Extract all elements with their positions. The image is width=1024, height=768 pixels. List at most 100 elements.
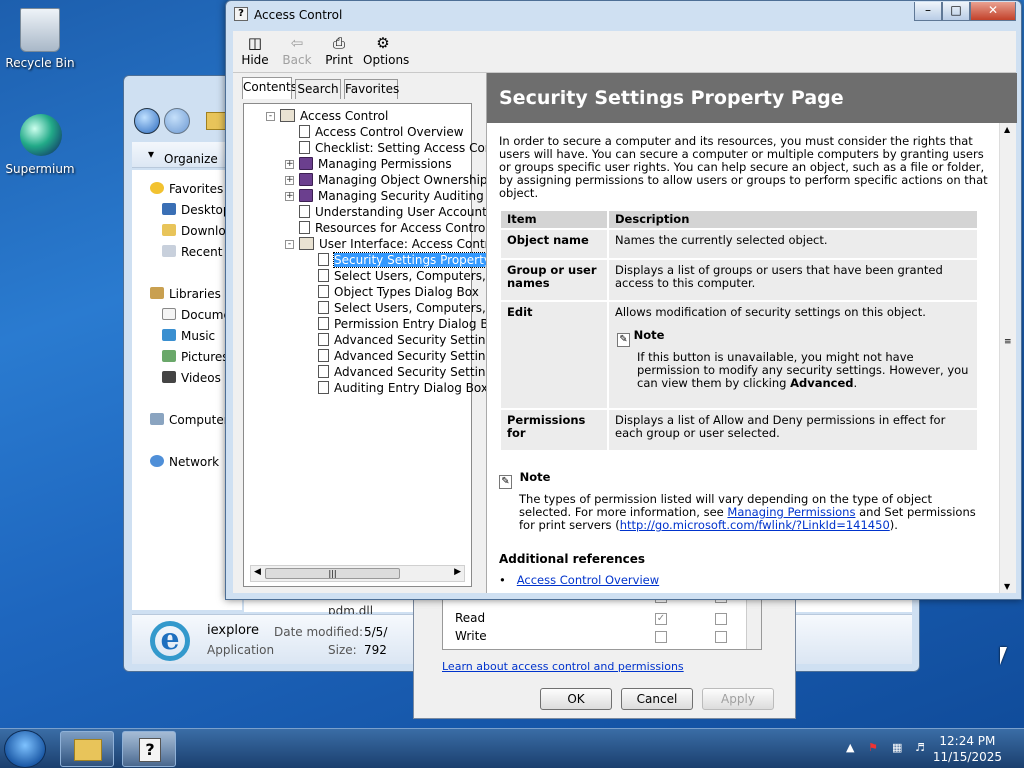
tray-network-icon[interactable]: ▦ [892,741,902,754]
details-size-label: Size: [328,643,357,657]
nav-computer[interactable]: Computer [150,413,229,427]
tray-volume-icon[interactable]: ♬ [915,741,925,754]
bottom-note-title: Note [519,470,551,484]
scroll-down-icon: ▼ [1004,582,1011,591]
ie-icon: e [150,621,190,661]
topic-heading: Security Settings Property Page [487,73,1017,123]
nav-libraries[interactable]: Libraries [150,287,221,301]
options-button[interactable]: ⚙ Options [363,33,409,67]
row-desc: Displays a list of groups or users that … [609,260,977,300]
cancel-button[interactable]: Cancel [621,688,693,710]
page-icon [318,365,329,378]
page-icon [299,221,310,234]
apply-button[interactable]: Apply [702,688,774,710]
tree-item[interactable]: Managing Object Ownership [299,172,488,188]
edit-note: ✎ Note If this button is unavailable, yo… [617,329,971,390]
tree-item[interactable]: Managing Permissions [299,156,452,172]
page-icon [318,285,329,298]
minimize-button[interactable]: – [914,2,942,21]
print-button[interactable]: ⎙ Print [319,33,359,67]
nav-music[interactable]: Music [162,329,215,343]
forward-button[interactable] [164,108,190,134]
fwlink-link[interactable]: http://go.microsoft.com/fwlink/?LinkId=1… [620,518,890,532]
tray-flag-icon[interactable]: ⚑ [868,741,878,754]
deny-read-checkbox[interactable] [715,613,727,625]
taskbar-explorer-button[interactable] [60,731,114,767]
edit-desc: Allows modification of security settings… [615,305,926,319]
deny-write-checkbox[interactable] [715,631,727,643]
details-name: iexplore [207,623,259,638]
permissions-scrollbar[interactable] [746,595,761,649]
tree-item[interactable]: Access Control Overview [299,124,464,140]
row-desc: Names the currently selected object. [609,230,977,258]
book-icon [299,173,313,186]
help-titlebar[interactable]: ? Access Control – □ ✕ [226,1,1021,29]
tree-item[interactable]: Resources for Access Control [299,220,489,236]
perm-row-read: Read [455,611,486,625]
access-control-help-link[interactable]: Learn about access control and permissio… [442,660,684,673]
tree-expander-icon[interactable]: + [285,192,294,201]
maximize-button[interactable]: □ [942,2,970,21]
book-icon [299,157,313,170]
additional-references-title: Additional references [499,552,646,566]
tree-item[interactable]: Object Types Dialog Box [318,284,479,300]
scroll-thumb[interactable]: ||| [265,568,400,579]
nav-desktop[interactable]: Desktop [162,203,231,217]
tree-item[interactable]: Auditing Entry Dialog Box [318,380,488,396]
row-item: Edit [501,302,607,408]
tree-expander-icon[interactable]: - [285,240,294,249]
recycle-bin-label: Recycle Bin [5,56,75,70]
nav-favorites[interactable]: Favorites [150,182,223,196]
clock-time: 12:24 PM [939,734,996,748]
details-type: Application [207,643,275,657]
contents-tree: - Access Control Access Control Overview Ch… [243,103,520,587]
tree-item[interactable]: User Interface: Access Control [299,236,500,252]
book-icon [299,189,313,202]
close-button[interactable]: ✕ [970,2,1016,21]
scroll-left-icon: ◀ [254,567,261,577]
nav-pictures[interactable]: Pictures [162,350,229,364]
ok-button[interactable]: OK [540,688,612,710]
organize-button[interactable]: Organize ▾ [148,147,218,166]
tree-item-label: Resources for Access Control [315,221,489,235]
tree-item[interactable]: Access Control [280,108,388,124]
tree-expander-icon[interactable]: - [266,112,275,121]
allow-read-checkbox[interactable]: ✓ [655,613,667,625]
page-icon [299,125,310,138]
recycle-bin-graphic [20,8,60,52]
tab-contents[interactable]: Contents [242,77,297,99]
tree-item-label: Managing Object Ownership [318,173,488,187]
tab-search[interactable]: Search [295,79,341,99]
tree-expander-icon[interactable]: + [285,160,294,169]
table-row: Object name Names the currently selected… [501,230,977,258]
taskbar-clock[interactable]: 12:24 PM 11/15/2025 [933,733,1002,765]
tree-item[interactable]: Managing Security Auditing [299,188,484,204]
taskbar-help-button[interactable]: ? [122,731,176,767]
open-book-icon [280,109,295,122]
supermium-icon[interactable]: Supermium [0,114,80,176]
folder-icon [206,112,226,130]
tree-item[interactable]: Permission Entry Dialog Box [318,316,503,332]
topic-pane: Security Settings Property Page In order… [486,73,1017,593]
tree-expander-icon[interactable]: + [285,176,294,185]
recycle-bin-icon[interactable]: Recycle Bin [0,8,80,70]
tab-favorites[interactable]: Favorites [344,79,399,99]
topic-vertical-scrollbar[interactable]: ▲ ≡ ▼ [999,123,1016,593]
tree-horizontal-scrollbar[interactable]: ◀ ||| ▶ [250,565,465,582]
start-button[interactable] [4,730,46,768]
allow-write-checkbox[interactable] [655,631,667,643]
access-control-overview-link[interactable]: Access Control Overview [517,573,659,587]
nav-videos[interactable]: Videos [162,371,221,385]
edit-note-body: If this button is unavailable, you might… [637,350,969,390]
tree-item-label: Access Control Overview [315,125,464,139]
nav-network[interactable]: Network [150,455,219,469]
back-arrow-icon: ⇦ [290,34,304,52]
page-icon [318,301,329,314]
back-button[interactable] [134,108,160,134]
tray-arrow-icon[interactable]: ▲ [846,741,854,754]
managing-permissions-link[interactable]: Managing Permissions [727,505,855,519]
supermium-label: Supermium [5,162,75,176]
explorer-folder-icon [74,739,102,761]
hide-button[interactable]: ◫ Hide [235,33,275,67]
back-button-disabled[interactable]: ⇦ Back [277,33,317,67]
